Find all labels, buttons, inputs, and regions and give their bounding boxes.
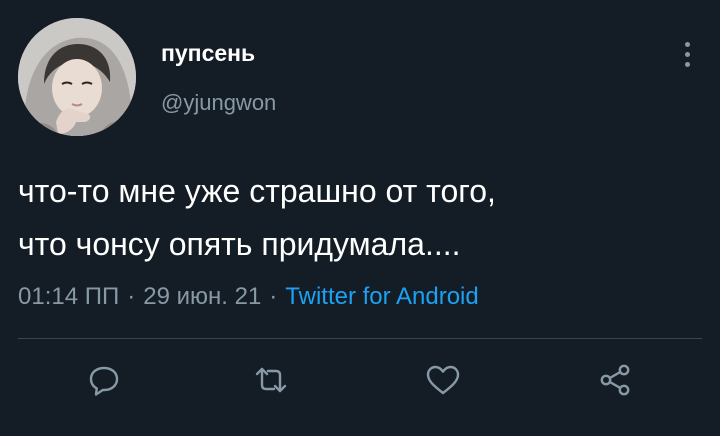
tweet-date: 29 июн. 21 (143, 283, 262, 310)
tweet-text: что-то мне уже страшно от того, что чонс… (18, 165, 698, 271)
divider (18, 338, 702, 339)
heart-icon (426, 365, 460, 395)
tweet-source-link[interactable]: Twitter for Android (285, 283, 478, 310)
more-vertical-icon (684, 41, 690, 47)
more-options-button[interactable] (676, 36, 698, 72)
tweet-text-line: что-то мне уже страшно от того, (18, 173, 496, 209)
tweet-text-line: что чонсу опять придумала.... (18, 226, 461, 262)
meta-separator: · (127, 283, 136, 310)
share-button[interactable] (595, 360, 635, 400)
more-vertical-icon-dot (684, 51, 690, 57)
avatar[interactable] (18, 18, 136, 136)
profile-photo (18, 18, 136, 136)
reply-icon (89, 366, 119, 396)
tweet-time: 01:14 ПП (18, 283, 120, 310)
meta-separator: · (269, 283, 278, 310)
retweet-icon (255, 367, 287, 393)
share-icon (600, 364, 630, 396)
reply-button[interactable] (84, 360, 124, 400)
display-name[interactable]: пупсень (161, 40, 255, 67)
more-vertical-icon-dot (684, 61, 690, 67)
like-button[interactable] (423, 360, 463, 400)
tweet-metadata: 01:14 ПП · 29 июн. 21 · Twitter for Android (18, 283, 479, 311)
retweet-button[interactable] (251, 360, 291, 400)
user-handle[interactable]: @yjungwon (161, 90, 276, 116)
